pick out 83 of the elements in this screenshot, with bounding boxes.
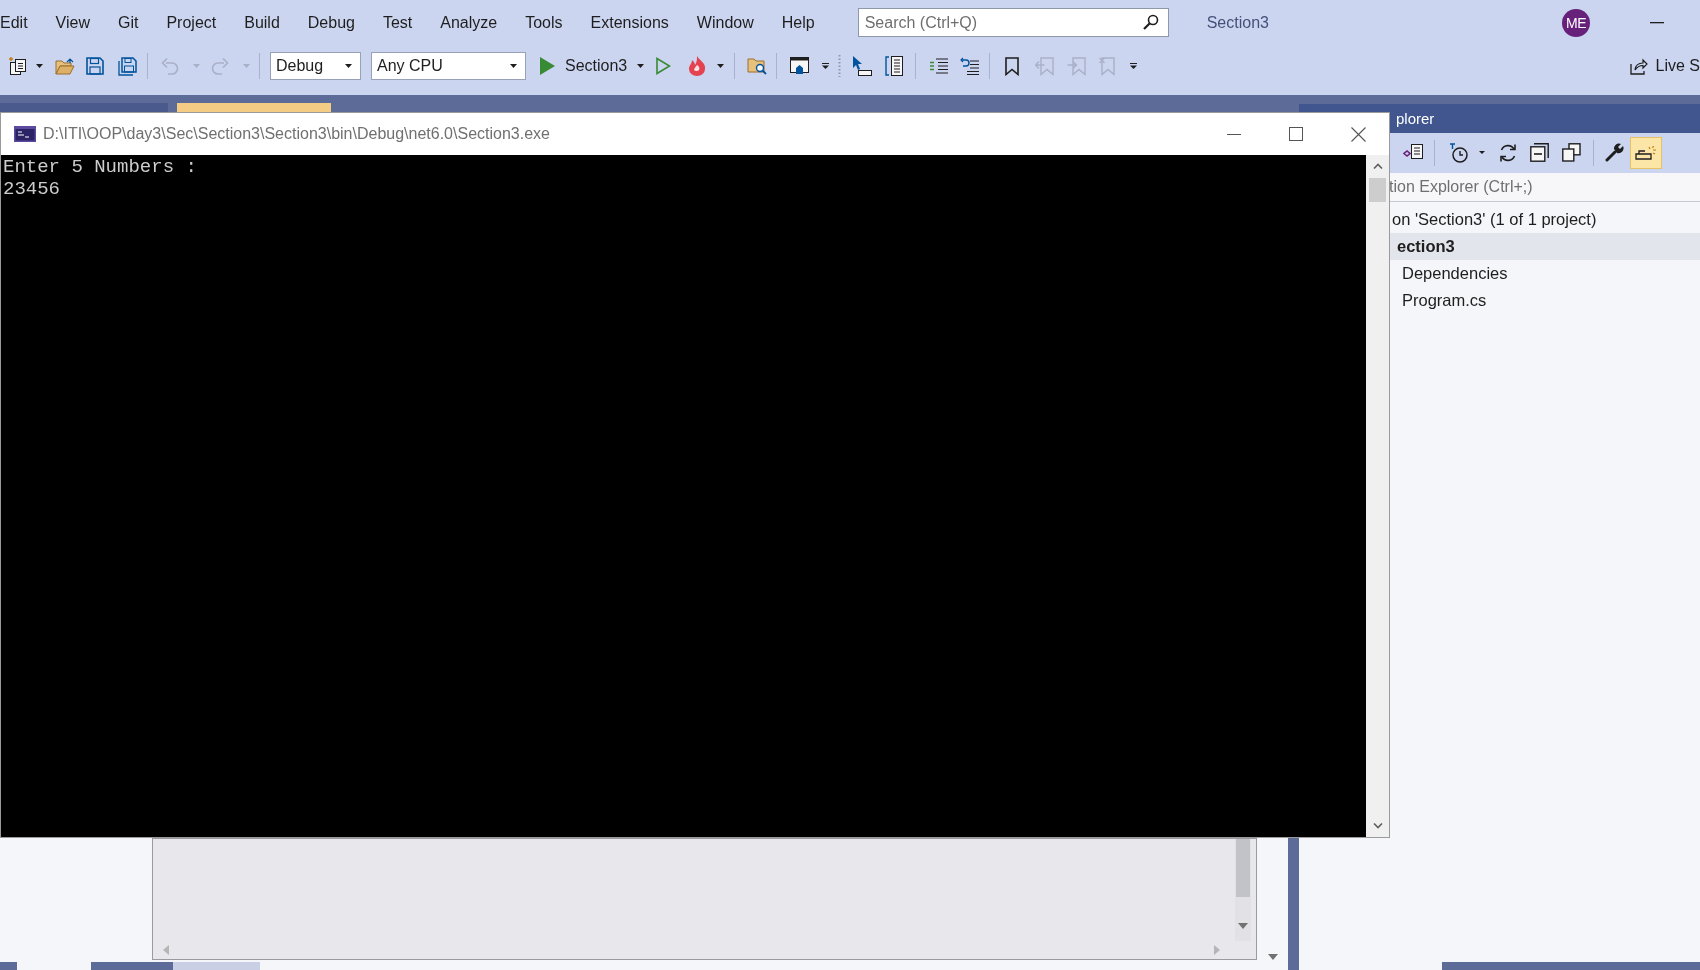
menu-item[interactable]: Git (103, 8, 153, 37)
menu-item[interactable]: Extensions (576, 8, 683, 37)
menu-item[interactable]: Project (152, 8, 231, 37)
caret-icon (1479, 151, 1485, 154)
search-field[interactable]: Search (Ctrl+Q) (857, 8, 1169, 37)
solution-name: Section3 (1206, 13, 1269, 32)
folder-search-icon (747, 57, 768, 75)
share-icon (1629, 57, 1648, 75)
console-icon (14, 126, 36, 142)
search-icon[interactable] (1142, 14, 1159, 30)
copy-icon (1561, 143, 1581, 162)
panel-title: plorer (1396, 110, 1435, 127)
overflow-caret-icon (821, 63, 829, 69)
caret-icon (242, 64, 250, 68)
window-title: D:\ITI\OOP\day3\Sec\Section3\Section3\bin\Debug\net6.0\Section3.exe (43, 125, 550, 143)
redo-icon (211, 57, 229, 75)
undo-icon (161, 57, 179, 75)
save-icon (86, 57, 104, 75)
menu-item[interactable]: Analyze (426, 8, 512, 37)
tree-item[interactable]: Dependencies (1389, 260, 1700, 287)
search-field[interactable]: tion Explorer (Ctrl+;) (1389, 172, 1700, 202)
indent-lines-icon (930, 58, 949, 74)
scrollbar-thumb[interactable] (1236, 839, 1250, 897)
flame-icon (688, 56, 707, 76)
start-button[interactable]: Section3 (539, 53, 632, 79)
scrollbar[interactable] (1366, 155, 1389, 837)
open-folder-icon (55, 57, 75, 75)
menu-item[interactable]: Tools (511, 8, 577, 37)
tree-item[interactable]: ection3 (1389, 233, 1700, 260)
cursor-bar-icon (852, 56, 873, 76)
document-lines-icon (885, 56, 904, 76)
play-outline-icon (655, 57, 671, 75)
tree-item[interactable]: on 'Section3' (1 of 1 project) (1389, 206, 1700, 233)
caret-icon (35, 64, 43, 68)
overflow-caret-icon (1129, 63, 1137, 69)
configuration-dropdown[interactable]: Debug (270, 52, 361, 80)
clock-icon (1448, 142, 1468, 163)
bookmark-right-arrow-icon (1066, 56, 1086, 76)
menu-item[interactable]: Help (767, 8, 829, 37)
scroll-down-icon[interactable] (1238, 923, 1248, 929)
cursor-button[interactable] (850, 53, 875, 79)
document-icon (1403, 143, 1423, 162)
maximize-icon (1289, 127, 1303, 141)
menu-item[interactable]: Build (230, 8, 294, 37)
minimize-icon[interactable] (1650, 21, 1664, 24)
caret-icon (192, 64, 200, 68)
tree-item[interactable]: Program.cs (1389, 287, 1700, 314)
scrollbar-thumb[interactable] (1369, 178, 1386, 202)
sparkle-bar-icon (1635, 145, 1657, 160)
menu-item[interactable]: Debug (293, 8, 369, 37)
wrench-icon (1604, 143, 1624, 162)
refresh-icon (1498, 142, 1518, 163)
collapse-icon (1529, 143, 1549, 162)
window-icon (789, 57, 809, 75)
save-all-icon (117, 56, 137, 76)
close-icon (1350, 126, 1366, 142)
caret-icon (716, 64, 724, 68)
minimize-icon (1227, 133, 1241, 135)
caret-icon (510, 64, 517, 68)
scroll-down-icon[interactable] (1267, 954, 1278, 960)
menu-item[interactable]: View (41, 8, 104, 37)
caret-icon (636, 64, 644, 68)
play-icon (540, 57, 555, 75)
tab-strip-segment (0, 962, 17, 970)
console-line: 23456 (3, 178, 60, 200)
console-line: Enter 5 Numbers : (3, 156, 197, 178)
account-avatar[interactable]: ME (1562, 8, 1590, 37)
toggle-button[interactable] (1630, 136, 1662, 169)
menu-item[interactable]: Edit (0, 8, 42, 37)
menu-item[interactable]: Window (682, 8, 768, 37)
platform-dropdown[interactable]: Any CPU (371, 52, 526, 80)
new-item-icon (8, 56, 28, 76)
menu-item[interactable]: Test (368, 8, 427, 37)
scroll-down-icon[interactable] (1372, 823, 1383, 829)
live-share-button[interactable]: Live S (1629, 53, 1700, 79)
toolbar-gripper[interactable] (838, 55, 842, 77)
scroll-up-icon[interactable] (1372, 163, 1383, 169)
caret-icon (345, 64, 352, 68)
bookmark-cross-icon (1098, 56, 1116, 76)
bookmark-left-arrow-icon (1034, 56, 1054, 76)
scrollbar[interactable] (1235, 839, 1251, 941)
curved-arrow-lines-icon (959, 57, 979, 75)
bookmark-icon (1005, 56, 1020, 76)
